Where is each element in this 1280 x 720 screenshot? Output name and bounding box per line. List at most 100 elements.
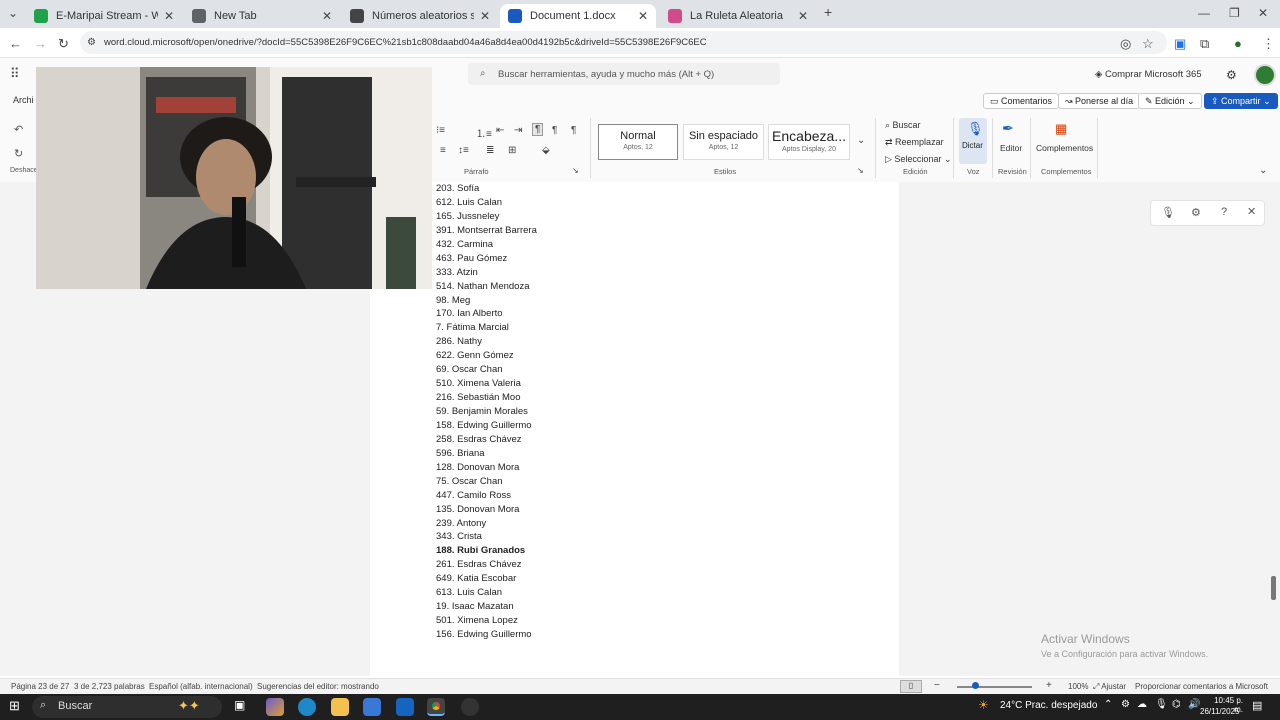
styles-more-icon[interactable]: ⌄ (857, 135, 865, 146)
borders-icon[interactable]: ⊞ (508, 145, 516, 156)
list-item[interactable]: 239. Antony (436, 517, 736, 531)
edge-icon[interactable] (298, 698, 316, 716)
browser-tab[interactable]: La Ruleta Aleatoria ✕ (660, 4, 816, 28)
eye-off-icon[interactable]: ◎ (1120, 36, 1131, 52)
chrome-icon[interactable] (427, 698, 445, 716)
list-item[interactable]: 343. Crista (436, 530, 736, 544)
zoom-slider-thumb[interactable] (972, 682, 979, 689)
browser-tab[interactable]: Document 1.docx ✕ (500, 4, 656, 28)
file-explorer-icon[interactable] (331, 698, 349, 716)
list-item[interactable]: 333. Atzin (436, 266, 736, 280)
list-item[interactable]: 286. Nathy (436, 335, 736, 349)
task-view-icon[interactable]: ▣ (234, 698, 245, 712)
clock-date[interactable]: 26/11/2025 (1200, 707, 1239, 716)
zoom-in-icon[interactable]: + (1046, 680, 1052, 691)
list-item[interactable]: 7. Fátima Marcial (436, 321, 736, 335)
weather-text[interactable]: 24°C Prac. despejado (1000, 700, 1097, 711)
zoom-out-icon[interactable]: − (934, 680, 940, 691)
dictate-button[interactable]: 🎙 Dictar (959, 118, 987, 164)
taskbar-search[interactable]: ⌕ Buscar ✦✦ (32, 696, 222, 718)
volume-icon[interactable]: 🔊 (1188, 699, 1200, 710)
extensions-icon[interactable]: ⧉ (1200, 36, 1209, 52)
list-item[interactable]: 510. Ximena Valeria (436, 377, 736, 391)
zoom-level[interactable]: 100% (1068, 682, 1088, 691)
bullets-icon[interactable]: ⁝≡ (436, 125, 445, 136)
style-no-spacing[interactable]: Sin espaciado Aptos, 12 (683, 124, 764, 160)
list-item[interactable]: 622. Genn Gómez (436, 349, 736, 363)
decrease-indent-icon[interactable]: ⇤ (496, 125, 504, 136)
dictation-settings-icon[interactable]: ⚙ (1191, 206, 1201, 219)
list-item[interactable]: 649. Katia Escobar (436, 572, 736, 586)
windows-start-icon[interactable]: ⊞ (9, 698, 20, 714)
back-icon[interactable]: ← (9, 36, 22, 51)
maximize-icon[interactable]: ❐ (1229, 6, 1240, 20)
tray-chevron-icon[interactable]: ⌃ (1104, 699, 1112, 710)
addins-button[interactable]: Complementos (1036, 143, 1093, 153)
store-icon[interactable] (363, 698, 381, 716)
catch-up-button[interactable]: ↝ Ponerse al día (1058, 93, 1141, 109)
microphone-tray-icon[interactable]: 🎙 (1155, 699, 1168, 710)
close-icon[interactable]: ✕ (1247, 205, 1256, 218)
redo-icon[interactable]: ↻ (14, 147, 23, 160)
notifications-icon[interactable]: ▤ (1252, 699, 1262, 712)
list-item[interactable]: 596. Briana (436, 447, 736, 461)
fit-button[interactable]: ⤢ Ajustar (1093, 682, 1126, 692)
user-avatar[interactable] (1254, 64, 1276, 86)
list-item[interactable]: 165. Jussneley (436, 210, 736, 224)
outlook-icon[interactable] (396, 698, 414, 716)
tab-close-icon[interactable]: ✕ (164, 9, 174, 23)
microphone-icon[interactable]: 🎙 (1161, 206, 1175, 219)
list-item[interactable]: 447. Camilo Ross (436, 489, 736, 503)
forward-icon[interactable]: → (34, 36, 47, 51)
select-button[interactable]: ▷ Seleccionar ⌄ (885, 154, 952, 165)
editing-mode-button[interactable]: ✎ Edición ⌄ (1138, 93, 1202, 109)
buy-m365-button[interactable]: ◈ Comprar Microsoft 365 (1095, 69, 1202, 80)
editor-suggestions-status[interactable]: Sugerencias del editor: mostrando (257, 682, 379, 691)
rtl-icon[interactable]: ¶ (552, 125, 557, 136)
ltr-icon[interactable]: ¶ (532, 123, 544, 136)
list-item[interactable]: 59. Benjamin Morales (436, 405, 736, 419)
list-item[interactable]: 501. Ximena Lopez (436, 614, 736, 628)
comments-button[interactable]: ▭ Comentarios (983, 93, 1060, 109)
line-spacing-icon[interactable]: ↕≡ (458, 145, 469, 156)
tab-close-icon[interactable]: ✕ (480, 9, 490, 23)
file-menu[interactable]: Archi (13, 95, 34, 105)
feedback-link[interactable]: Proporcionar comentarios a Microsoft (1135, 682, 1268, 691)
list-item[interactable]: 170. Ian Alberto (436, 307, 736, 321)
language-status[interactable]: Español (alfab. internacional) (149, 682, 253, 691)
numbering-icon[interactable]: ⒈≡ (476, 125, 492, 140)
close-window-icon[interactable]: ✕ (1258, 6, 1268, 20)
help-icon[interactable]: ? (1221, 206, 1227, 218)
list-item[interactable]: 514. Nathan Mendoza (436, 280, 736, 294)
translate-icon[interactable]: ▣ (1174, 36, 1186, 52)
list-item[interactable]: 391. Montserrat Barrera (436, 224, 736, 238)
addins-icon[interactable]: ▦ (1055, 121, 1067, 137)
list-item[interactable]: 135. Donovan Mora (436, 503, 736, 517)
tab-search-icon[interactable]: ⌄ (8, 6, 18, 20)
find-button[interactable]: ⌕ Buscar (885, 120, 921, 131)
list-item[interactable]: 216. Sebastián Moo (436, 391, 736, 405)
zoom-slider[interactable] (957, 686, 1032, 688)
settings-gear-icon[interactable]: ⚙ (1226, 68, 1237, 82)
share-button[interactable]: ⇪ Compartir ⌄ (1204, 93, 1278, 109)
list-item[interactable]: 188. Rubi Granados (436, 544, 736, 558)
tab-close-icon[interactable]: ✕ (638, 9, 648, 23)
vertical-scrollbar[interactable] (1271, 576, 1276, 600)
editor-icon[interactable]: ✒ (1002, 120, 1014, 137)
list-item[interactable]: 261. Esdras Chávez (436, 558, 736, 572)
page-count[interactable]: Página 23 de 27 (11, 682, 69, 691)
reload-icon[interactable]: ↻ (58, 36, 69, 52)
list-item[interactable]: 19. Isaac Mazatan (436, 600, 736, 614)
list-item[interactable]: 98. Meg (436, 294, 736, 308)
app-launcher-icon[interactable]: ⠿ (10, 66, 20, 82)
onedrive-icon[interactable]: ☁ (1137, 699, 1147, 710)
undo-icon[interactable]: ↶ (14, 123, 23, 136)
editor-button[interactable]: Editor (1000, 143, 1022, 153)
list-item[interactable]: 432. Carmina (436, 238, 736, 252)
style-heading[interactable]: Encabeza... Aptos Display, 20 (768, 124, 850, 160)
tab-close-icon[interactable]: ✕ (322, 9, 332, 23)
word-count[interactable]: 3 de 2,723 palabras (74, 682, 145, 691)
print-layout-icon[interactable]: ▯ (900, 680, 922, 693)
list-item[interactable]: 156. Edwing Guillermo (436, 628, 736, 642)
show-marks-icon[interactable]: ¶ (571, 125, 576, 136)
